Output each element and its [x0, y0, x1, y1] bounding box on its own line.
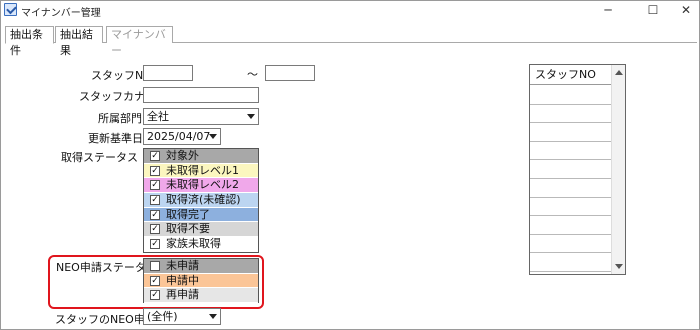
acq-status-item[interactable]: ✓ 対象外: [144, 149, 258, 164]
staff-kana-input[interactable]: [143, 87, 259, 103]
staff-kana-label: スタッフカナ: [79, 90, 145, 103]
grid-row[interactable]: [530, 86, 612, 105]
checkbox[interactable]: ✓: [150, 165, 160, 176]
acq-status-item[interactable]: ✓ 家族未取得: [144, 237, 258, 252]
acq-status-label: 家族未取得: [166, 237, 221, 251]
acq-status-item[interactable]: ✓ 未取得レベル2: [144, 178, 258, 194]
neo-apply-value: (全件): [147, 310, 178, 323]
range-separator: ～: [247, 68, 258, 81]
chevron-down-icon: [247, 114, 255, 119]
acq-status-item[interactable]: ✓ 取得済(未確認): [144, 193, 258, 208]
grid-row[interactable]: [530, 160, 612, 179]
checkbox[interactable]: ✓: [150, 195, 160, 206]
app-icon: [4, 3, 17, 16]
base-date-picker[interactable]: 2025/04/07: [143, 128, 221, 145]
tab-bar: 抽出条件 抽出結果 マイナンバー: [5, 26, 697, 57]
neo-apply-select[interactable]: (全件): [143, 308, 221, 325]
grid-row[interactable]: [530, 179, 612, 198]
neo-apply-label: スタッフのNEO申請: [55, 313, 156, 326]
base-date-label: 更新基準日: [88, 132, 143, 145]
grid-row[interactable]: [530, 198, 612, 217]
acq-status-item[interactable]: ✓ 取得完了: [144, 207, 258, 223]
acq-status-label: 取得ステータス: [61, 151, 138, 164]
department-select[interactable]: 全社: [143, 108, 259, 125]
staff-no-to-input[interactable]: [265, 65, 315, 81]
staff-no-from-input[interactable]: [143, 65, 193, 81]
tab-extract-conditions[interactable]: 抽出条件: [5, 26, 54, 57]
department-label: 所属部門: [98, 112, 142, 125]
acq-status-item[interactable]: ✓ 未取得レベル1: [144, 163, 258, 179]
tab-mynumber: マイナンバー: [106, 26, 173, 57]
acq-status-label: 対象外: [166, 149, 199, 162]
grid-row[interactable]: [530, 142, 612, 161]
acq-status-label: 取得不要: [166, 222, 210, 236]
checkbox[interactable]: ✓: [150, 180, 160, 191]
scroll-up-icon[interactable]: [615, 70, 623, 75]
staff-no-grid[interactable]: スタッフNO: [529, 64, 626, 275]
close-button[interactable]: ✕: [673, 1, 699, 19]
title-bar: マイナンバー管理 ─ ☐ ✕: [1, 1, 699, 19]
grid-column-header: スタッフNO: [530, 65, 612, 85]
grid-row[interactable]: [530, 105, 612, 124]
checkbox[interactable]: ✓: [150, 239, 160, 250]
acq-status-label: 取得済(未確認): [166, 193, 241, 207]
acq-status-label: 未取得レベル1: [166, 163, 239, 177]
acq-status-label: 未取得レベル2: [166, 178, 239, 192]
checkbox[interactable]: ✓: [150, 151, 160, 161]
checkbox[interactable]: ✓: [150, 224, 160, 235]
department-value: 全社: [147, 110, 169, 123]
acq-status-item[interactable]: ✓ 取得不要: [144, 222, 258, 238]
highlight-frame: [48, 255, 264, 309]
grid-row[interactable]: [530, 235, 612, 254]
scroll-down-icon[interactable]: [615, 264, 623, 269]
acq-status-list: ✓ 対象外 ✓ 未取得レベル1 ✓ 未取得レベル2 ✓ 取得済(未確認) ✓ 取得完了 ✓ 取得不要 ✓…: [143, 148, 259, 253]
app-window: マイナンバー管理 ─ ☐ ✕ 抽出条件 抽出結果 マイナンバー スタッフNO ～…: [0, 0, 700, 330]
acq-status-label: 取得完了: [166, 207, 210, 221]
grid-row[interactable]: [530, 123, 612, 142]
window-title: マイナンバー管理: [21, 8, 101, 19]
base-date-value: 2025/04/07: [147, 130, 211, 143]
maximize-button[interactable]: ☐: [640, 1, 666, 19]
checkbox[interactable]: ✓: [150, 209, 160, 220]
chevron-down-icon: [209, 134, 217, 139]
vertical-scrollbar[interactable]: [611, 65, 625, 274]
grid-row[interactable]: [530, 253, 612, 272]
chevron-down-icon: [209, 314, 217, 319]
grid-row[interactable]: [530, 216, 612, 235]
minimize-button[interactable]: ─: [595, 1, 621, 19]
tab-extract-results[interactable]: 抽出結果: [55, 26, 103, 57]
